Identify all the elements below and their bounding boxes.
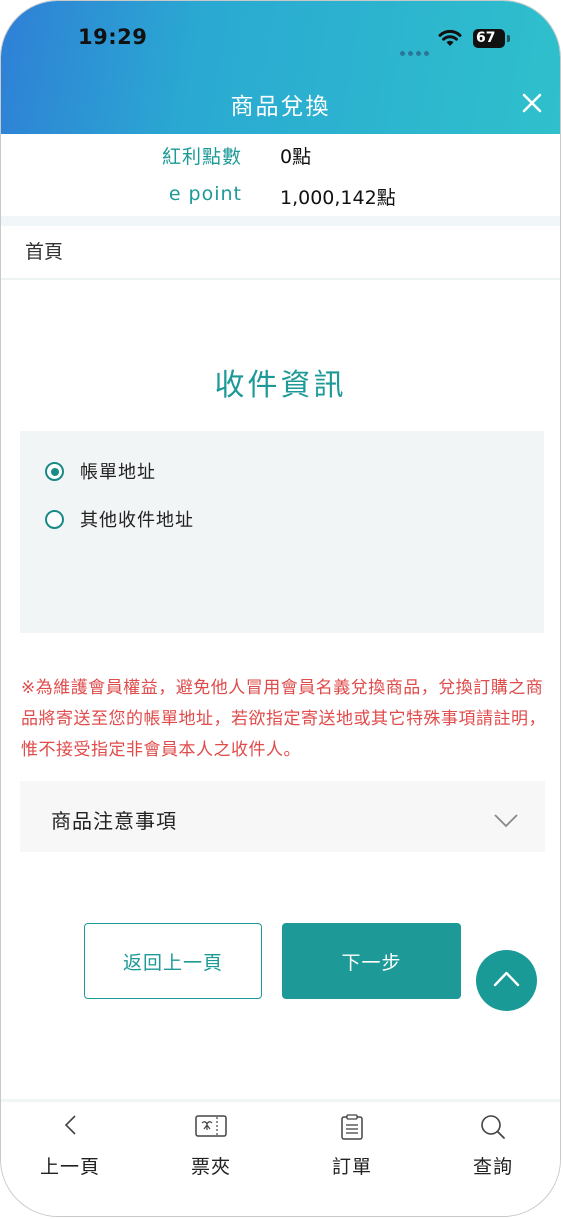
tab-orders[interactable]: 訂單	[292, 1102, 412, 1202]
divider	[1, 216, 560, 226]
radio-unchecked-icon[interactable]	[45, 510, 64, 529]
status-bar: 19:29 67	[1, 1, 560, 71]
tab-label: 票夾	[190, 1156, 231, 1178]
radio-checked-icon[interactable]	[45, 462, 64, 481]
back-button[interactable]: 返回上一頁	[84, 923, 262, 999]
bonus-points-label: 紅利點數	[161, 146, 242, 168]
battery-cap	[507, 35, 510, 42]
next-button[interactable]: 下一步	[282, 923, 461, 999]
wifi-icon	[438, 29, 462, 46]
breadcrumb: 首頁	[1, 226, 560, 280]
status-time: 19:29	[78, 25, 148, 49]
bonus-points-row: 紅利點數 0點	[1, 142, 560, 182]
tab-ticket-wallet[interactable]: 票夾	[151, 1102, 271, 1202]
accordion-label: 商品注意事項	[51, 809, 177, 833]
product-notes-accordion[interactable]: 商品注意事項	[20, 781, 545, 852]
bottom-tab-bar: 上一頁 票夾 訂單 查詢	[1, 1099, 560, 1216]
search-icon	[481, 1115, 505, 1139]
chevron-up-icon	[493, 971, 520, 987]
tab-search[interactable]: 查詢	[433, 1102, 553, 1202]
notice-text: ※為維護會員權益，避免他人冒用會員名義兌換商品，兌換訂購之商品將寄送至您的帳單地…	[21, 678, 546, 760]
chevron-left-icon	[64, 1115, 76, 1135]
clipboard-icon	[341, 1114, 363, 1140]
address-options: 帳單地址 其他收件地址	[20, 431, 544, 633]
page-title: 商品兌換	[230, 94, 331, 120]
ticket-icon	[195, 1115, 227, 1137]
epoint-label: e point	[168, 183, 242, 205]
close-icon[interactable]	[520, 91, 544, 115]
radio-label: 帳單地址	[80, 462, 156, 483]
epoint-value: 1,000,142點	[280, 187, 396, 209]
tab-label: 查詢	[472, 1156, 513, 1178]
radio-label: 其他收件地址	[80, 510, 194, 531]
signal-icon	[400, 41, 432, 60]
tab-back[interactable]: 上一頁	[10, 1102, 130, 1202]
recipient-section-title: 收件資訊	[214, 368, 347, 403]
tab-label: 訂單	[331, 1156, 372, 1178]
bonus-points-value: 0點	[280, 146, 312, 168]
header: 19:29 67 商品兌換	[1, 1, 560, 134]
chevron-down-icon	[494, 814, 518, 828]
points-summary: 紅利點數 0點 e point 1,000,142點	[1, 134, 560, 216]
scroll-to-top-button[interactable]	[476, 950, 537, 1011]
tab-label: 上一頁	[39, 1156, 100, 1178]
phone-frame: 19:29 67 商品兌換 紅利點數 0點 e point 1,000,142點…	[0, 0, 561, 1217]
battery-icon: 67	[473, 29, 505, 48]
breadcrumb-home[interactable]: 首頁	[25, 237, 63, 264]
